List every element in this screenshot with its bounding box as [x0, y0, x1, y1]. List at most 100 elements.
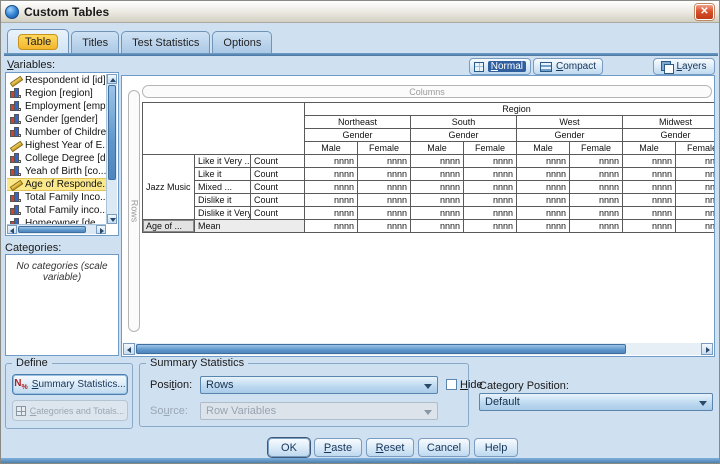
- scrollbar-thumb[interactable]: [18, 226, 86, 233]
- category-cell[interactable]: Like it Very ...: [195, 155, 251, 168]
- normal-view-button[interactable]: Normal: [469, 58, 531, 75]
- layers-button[interactable]: Layers: [653, 58, 715, 75]
- region-cell[interactable]: Midwest: [623, 116, 714, 129]
- scroll-down-icon[interactable]: [107, 214, 117, 224]
- reset-button[interactable]: Reset: [366, 438, 414, 457]
- data-cell: nnnn: [623, 194, 676, 207]
- variables-horizontal-scrollbar[interactable]: [7, 224, 106, 234]
- data-cell: nnnn: [517, 155, 570, 168]
- region-header-cell[interactable]: Region: [305, 103, 714, 116]
- variable-item[interactable]: College Degree [d...: [7, 152, 106, 165]
- sex-cell[interactable]: Male: [623, 142, 676, 155]
- sex-cell[interactable]: Female: [358, 142, 411, 155]
- data-cell: nnnn: [411, 168, 464, 181]
- data-cell: nnnn: [358, 181, 411, 194]
- variable-label: Highest Year of E...: [25, 140, 106, 151]
- gender-header-cell[interactable]: Gender: [411, 129, 517, 142]
- variable-item[interactable]: Respondent id [id]: [7, 74, 106, 87]
- table-preview-canvas[interactable]: Columns Rows Region Northeast South W: [121, 75, 715, 357]
- variable-item[interactable]: Total Family Inco...: [7, 191, 106, 204]
- paste-button[interactable]: Paste: [314, 438, 362, 457]
- gender-header-cell[interactable]: Gender: [305, 129, 411, 142]
- age-row-variable-cell[interactable]: Age of ...: [143, 220, 195, 233]
- source-label: Source:: [150, 405, 188, 417]
- nominal-icon: [9, 101, 22, 112]
- sex-cell[interactable]: Female: [676, 142, 714, 155]
- summary-statistics-button[interactable]: N% Summary Statistics...: [12, 374, 128, 395]
- ok-button[interactable]: OK: [268, 438, 310, 457]
- data-cell: nnnn: [411, 181, 464, 194]
- statistic-cell[interactable]: Count: [251, 194, 305, 207]
- variable-item[interactable]: Highest Year of E...: [7, 139, 106, 152]
- statistic-cell[interactable]: Count: [251, 155, 305, 168]
- statistic-cell[interactable]: Count: [251, 181, 305, 194]
- compact-view-button[interactable]: Compact: [533, 58, 603, 75]
- sex-cell[interactable]: Male: [305, 142, 358, 155]
- variable-item[interactable]: Number of Childre...: [7, 126, 106, 139]
- variables-vertical-scrollbar[interactable]: [106, 74, 117, 224]
- scale-icon: [9, 140, 22, 151]
- chevron-down-icon: [424, 384, 432, 389]
- categories-box[interactable]: No categories (scale variable): [5, 254, 119, 356]
- data-cell: nnnn: [411, 155, 464, 168]
- help-button[interactable]: Help: [474, 438, 518, 457]
- category-cell[interactable]: Dislike it Very ...: [195, 207, 251, 220]
- data-cell: nnnn: [676, 168, 714, 181]
- tab-titles[interactable]: Titles: [71, 31, 119, 54]
- category-position-combo[interactable]: Default: [479, 393, 713, 411]
- position-combo[interactable]: Rows: [200, 376, 438, 394]
- window-title: Custom Tables: [24, 5, 109, 19]
- gender-header-cell[interactable]: Gender: [623, 129, 714, 142]
- hide-checkbox[interactable]: [446, 379, 457, 390]
- mean-statistic-cell[interactable]: Mean: [195, 220, 305, 233]
- data-cell: nnnn: [358, 207, 411, 220]
- scroll-up-icon[interactable]: [107, 74, 117, 84]
- region-cell[interactable]: West: [517, 116, 623, 129]
- scroll-left-icon[interactable]: [123, 343, 135, 355]
- rows-dropzone[interactable]: Rows: [128, 90, 140, 332]
- canvas-horizontal-scrollbar[interactable]: [123, 343, 713, 355]
- category-cell[interactable]: Like it: [195, 168, 251, 181]
- cancel-button[interactable]: Cancel: [418, 438, 470, 457]
- tab-test-statistics[interactable]: Test Statistics: [121, 31, 210, 54]
- variable-item[interactable]: Employment [empl...: [7, 100, 106, 113]
- data-cell: nnnn: [517, 168, 570, 181]
- title-bar[interactable]: Custom Tables ✕: [1, 1, 719, 23]
- statistic-cell[interactable]: Count: [251, 207, 305, 220]
- categories-and-totals-button[interactable]: Categories and Totals...: [12, 400, 128, 421]
- scrollbar-thumb[interactable]: [136, 344, 626, 354]
- close-icon[interactable]: ✕: [695, 4, 714, 20]
- variable-item[interactable]: Region [region]: [7, 87, 106, 100]
- tab-table[interactable]: Table: [7, 29, 69, 54]
- category-position-label: Category Position:: [479, 380, 569, 392]
- category-position-value: Default: [485, 396, 520, 408]
- scroll-right-icon[interactable]: [96, 225, 106, 234]
- nominal-icon: [9, 166, 22, 177]
- columns-dropzone[interactable]: Columns: [142, 85, 712, 98]
- variable-item[interactable]: Total Family inco...: [7, 204, 106, 217]
- scroll-left-icon[interactable]: [7, 225, 17, 234]
- region-cell[interactable]: Northeast: [305, 116, 411, 129]
- sex-cell[interactable]: Female: [570, 142, 623, 155]
- scroll-right-icon[interactable]: [701, 343, 713, 355]
- variable-item[interactable]: Gender [gender]: [7, 113, 106, 126]
- variable-item[interactable]: Yeah of Birth [co...: [7, 165, 106, 178]
- statistic-cell[interactable]: Count: [251, 168, 305, 181]
- sex-cell[interactable]: Female: [464, 142, 517, 155]
- compact-icon: [540, 62, 552, 72]
- scrollbar-thumb[interactable]: [108, 85, 116, 180]
- tab-options[interactable]: Options: [212, 31, 272, 54]
- nominal-icon: [9, 205, 22, 216]
- variable-item-selected[interactable]: Age of Responde...: [7, 178, 106, 191]
- sex-cell[interactable]: Male: [517, 142, 570, 155]
- category-cell[interactable]: Dislike it: [195, 194, 251, 207]
- row-variable-cell[interactable]: Jazz Music: [143, 155, 195, 220]
- region-cell[interactable]: South: [411, 116, 517, 129]
- sex-cell[interactable]: Male: [411, 142, 464, 155]
- variables-list[interactable]: Respondent id [id] Region [region] Emplo…: [5, 72, 119, 236]
- variable-item[interactable]: Homeowner [de...: [7, 217, 106, 224]
- source-combo[interactable]: Row Variables: [200, 402, 438, 420]
- gender-header-cell[interactable]: Gender: [517, 129, 623, 142]
- category-cell[interactable]: Mixed ...: [195, 181, 251, 194]
- data-cell: nnnn: [464, 181, 517, 194]
